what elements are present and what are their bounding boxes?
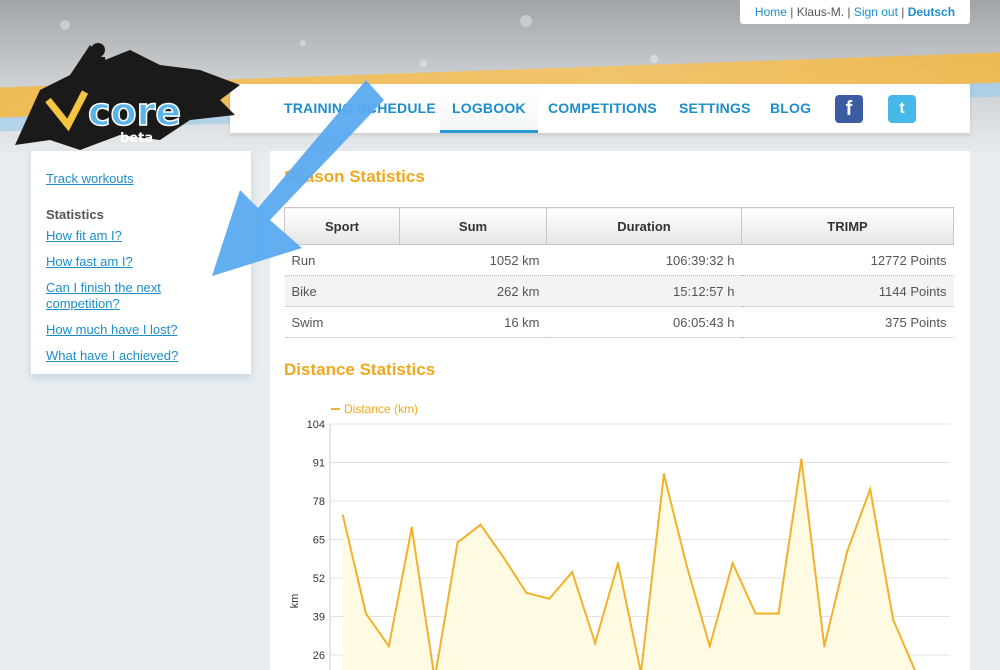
data-point [548,597,551,600]
logo-text: core [88,90,181,134]
y-tick-label: 104 [307,419,325,431]
home-link[interactable]: Home [755,5,787,19]
distance-statistics-title: Distance Statistics [284,360,436,379]
data-point [891,618,895,621]
cell-sum: 262 km [399,275,547,307]
cell-trimp: 12772 Points [741,244,954,276]
y-tick-label: 65 [313,535,325,547]
finish-competition-link[interactable]: Can I finish the next competition? [46,280,196,312]
nav-blog[interactable]: BLOG [770,100,811,116]
table-row: Swim 16 km 06:05:43 h 375 Points [284,306,954,338]
y-tick-label: 26 [313,650,325,662]
table-row: Bike 262 km 15:12:57 h 1144 Points [284,275,954,307]
data-point [662,473,666,476]
drop [60,20,70,30]
season-statistics-title: Season Statistics [284,167,425,186]
data-point [685,564,688,568]
statistics-heading: Statistics [46,207,104,222]
cell-sum: 1052 km [399,244,547,276]
cell-sport: Swim [284,306,400,338]
data-point [593,641,597,645]
drop [650,55,658,63]
cell-duration: 106:39:32 h [546,244,742,276]
data-point [341,514,345,518]
data-point [479,523,482,526]
achieved-link[interactable]: What have I achieved? [46,348,236,364]
cell-trimp: 1144 Points [741,275,954,307]
distance-chart: 26 39 52 65 78 91 104 km Distance (km) [289,402,950,670]
signout-link[interactable]: Sign out [854,5,898,19]
cell-duration: 06:05:43 h [546,306,742,338]
nav-training-schedule[interactable]: TRAINING SCHEDULE [284,100,436,116]
how-fit-link[interactable]: How fit am I? [46,228,236,244]
logo-runner-head [91,43,105,57]
y-axis-label: km [289,594,301,609]
col-duration: Duration [546,207,742,245]
data-point [777,612,780,615]
twitter-icon[interactable]: t [888,95,916,123]
nav-logbook[interactable]: LOGBOOK [440,84,538,133]
legend-label: Distance (km) [344,402,418,416]
y-tick-label: 78 [313,496,325,508]
data-point [731,561,734,565]
how-much-lost-link[interactable]: How much have I lost? [46,322,236,338]
data-point [708,644,711,648]
col-sport: Sport [284,207,400,245]
col-sum: Sum [399,207,547,245]
language-link[interactable]: Deutsch [908,5,955,19]
data-point [410,526,413,529]
data-point [502,556,505,559]
table-row: Run 1052 km 106:39:32 h 12772 Points [284,244,954,276]
y-tick-label: 52 [313,573,325,585]
data-point [456,541,459,544]
data-point [387,644,391,648]
cell-trimp: 375 Points [741,306,954,338]
data-point [364,612,368,615]
data-point [525,591,528,595]
vcore-logo[interactable]: core beta [10,30,250,160]
data-point [571,570,574,574]
drop [420,60,427,67]
data-point [846,550,849,553]
nav-competitions[interactable]: COMPETITIONS [548,100,657,116]
data-point [754,612,757,615]
cell-sum: 16 km [399,306,547,338]
nav-settings[interactable]: SETTINGS [679,100,751,116]
track-workouts-link[interactable]: Track workouts [46,171,236,187]
main-nav: TRAINING SCHEDULE LOGBOOK COMPETITIONS S… [230,84,970,133]
data-point [868,487,872,491]
y-tick-label: 39 [313,612,325,624]
season-table: Sport Sum Duration TRIMP Run 1052 km 106… [284,207,954,338]
drop [520,15,532,27]
drop [300,40,306,46]
data-point [823,644,826,648]
cell-sport: Run [284,244,400,276]
username: Klaus-M. [796,5,845,19]
data-point [800,458,803,461]
table-header-row: Sport Sum Duration TRIMP [284,207,954,245]
cell-duration: 15:12:57 h [546,275,742,307]
data-point [616,561,620,565]
cell-sport: Bike [284,275,400,307]
logo-sub: beta [120,131,153,146]
sidebar: Track workouts Statistics How fit am I? … [31,151,251,374]
facebook-icon[interactable]: f [835,95,863,123]
how-fast-link[interactable]: How fast am I? [46,254,236,270]
y-tick-label: 91 [313,458,325,470]
top-links: Home | Klaus-M. | Sign out | Deutsch [740,0,970,24]
col-trimp: TRIMP [741,207,954,245]
main-panel: Season Statistics Sport Sum Duration TRI… [270,151,970,670]
